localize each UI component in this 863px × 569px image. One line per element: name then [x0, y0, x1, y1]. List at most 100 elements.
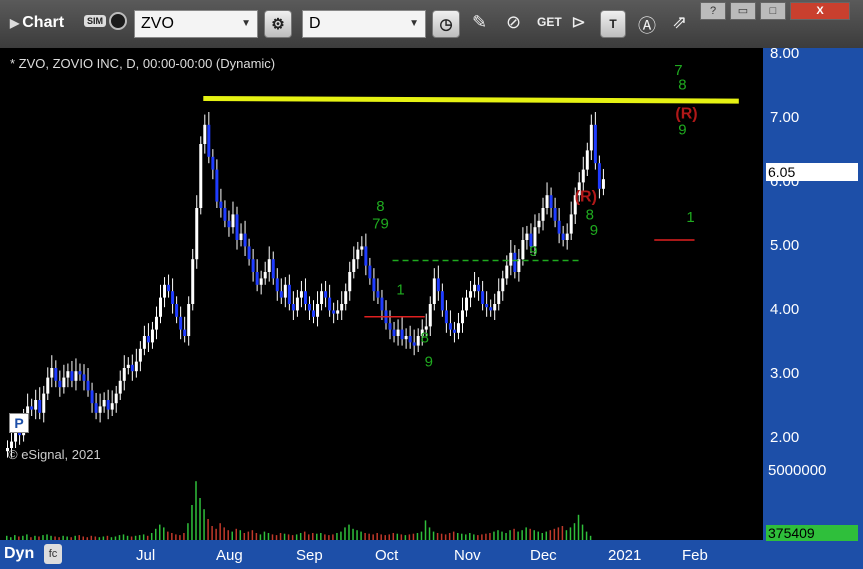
candle-body — [243, 233, 247, 247]
help-button[interactable]: ? — [700, 2, 726, 20]
volume-bar — [199, 498, 201, 540]
chevron-down-icon[interactable]: ▼ — [409, 11, 419, 37]
time-tick-label: Feb — [682, 547, 708, 564]
volume-bar — [573, 523, 576, 540]
volume-bar — [380, 534, 382, 540]
candle-body — [585, 150, 589, 170]
candle-body — [344, 291, 348, 304]
interval-input[interactable]: D ▼ — [302, 10, 426, 38]
pin-icon[interactable]: P — [9, 413, 29, 433]
fc-icon[interactable]: fc — [44, 544, 62, 564]
candle-body — [106, 400, 110, 410]
candle-body — [521, 240, 525, 260]
volume-bar — [70, 537, 72, 540]
volume-bar — [251, 530, 254, 540]
volume-pane[interactable] — [2, 466, 763, 540]
candle-body — [271, 259, 275, 279]
symbol-input[interactable]: ZVO ▼ — [134, 10, 258, 38]
volume-bar — [138, 535, 141, 540]
candle-body — [493, 304, 497, 311]
candle-body — [336, 310, 340, 314]
volume-bar — [279, 533, 282, 540]
candle-body — [412, 342, 416, 346]
candle-body — [501, 278, 505, 292]
price-pane[interactable]: 8 79 1 9 8 9 (R) 8 9 7 8 (R) 9 1 — [2, 48, 763, 464]
volume-bar — [320, 533, 322, 540]
volume-bar — [569, 527, 572, 540]
td-count-label: 1 — [686, 209, 694, 226]
volume-bar — [473, 534, 475, 540]
volume-bar — [126, 535, 129, 540]
td-count-label: 9 — [590, 222, 598, 239]
chevron-down-icon[interactable]: ▼ — [241, 11, 251, 37]
volume-bar — [171, 533, 173, 540]
volume-bar — [497, 530, 499, 540]
alert-icon[interactable]: Ⓐ — [638, 12, 656, 38]
get-icon[interactable]: GET — [537, 15, 562, 29]
chart-menu[interactable]: ▶ Chart — [10, 14, 64, 32]
clock-button[interactable]: ◷ — [432, 10, 460, 38]
volume-bar — [505, 533, 507, 540]
volume-bar — [167, 531, 169, 540]
candle-body — [581, 169, 585, 183]
candle-body — [207, 124, 211, 157]
candle-body — [70, 371, 74, 381]
candle-body — [138, 348, 142, 362]
candle-body — [46, 377, 50, 394]
candle-body — [38, 400, 42, 413]
settings-gear-icon[interactable] — [109, 12, 127, 30]
candle-body — [332, 310, 336, 314]
volume-bar — [211, 526, 213, 540]
time-tick-label: Sep — [296, 547, 323, 564]
candle-body — [154, 316, 158, 330]
volume-bar — [215, 528, 217, 540]
volume-bar — [360, 531, 362, 540]
candle-body — [465, 297, 469, 311]
candle-body — [74, 371, 78, 381]
candle-body — [130, 364, 134, 372]
candle-body — [163, 284, 167, 298]
volume-bar — [14, 535, 16, 540]
volume-bar — [577, 514, 580, 540]
play-icon[interactable]: ⊳ — [571, 12, 586, 33]
candle-body — [456, 323, 460, 333]
candle-body — [428, 304, 432, 327]
volume-bar — [287, 534, 290, 540]
price-tick-label: 8.00 — [770, 45, 800, 63]
candle-body — [94, 403, 98, 413]
symbol-settings-button[interactable]: ⚙ — [264, 10, 292, 38]
time-axis[interactable] — [0, 540, 863, 569]
volume-bar — [404, 535, 407, 540]
volume-bar — [30, 537, 32, 540]
symbol-value: ZVO — [141, 15, 174, 32]
candle-body — [54, 368, 58, 381]
volume-bar — [62, 535, 64, 540]
volume-bar — [134, 535, 137, 540]
pencil-draw-icon[interactable]: ✎ — [472, 12, 487, 33]
dynamic-mode-label[interactable]: Dyn — [4, 545, 34, 563]
maximize-button[interactable]: □ — [760, 2, 786, 20]
volume-bar — [175, 534, 177, 540]
minimize-button[interactable]: ▭ — [730, 2, 756, 20]
volume-bar — [283, 533, 286, 540]
link-icon[interactable]: ⇗ — [672, 12, 687, 33]
volume-bar — [312, 533, 314, 540]
candle-body — [191, 259, 195, 304]
candle-body — [569, 214, 573, 234]
volume-bar — [561, 526, 564, 540]
candle-body — [597, 163, 601, 189]
volume-bar — [66, 536, 68, 540]
candle-body — [58, 380, 62, 388]
text-tool-button[interactable]: T — [600, 10, 626, 38]
study-icon[interactable]: ⊘ — [506, 12, 521, 33]
candle-body — [565, 233, 569, 240]
volume-bar — [106, 535, 109, 540]
volume-bar — [420, 531, 423, 540]
volume-bar — [295, 534, 298, 540]
volume-bar — [448, 533, 451, 540]
time-tick-label: Oct — [375, 547, 399, 564]
candle-body — [42, 393, 46, 413]
close-button[interactable]: X — [790, 2, 850, 20]
volume-bar — [392, 533, 395, 540]
volume-bar — [303, 531, 306, 540]
